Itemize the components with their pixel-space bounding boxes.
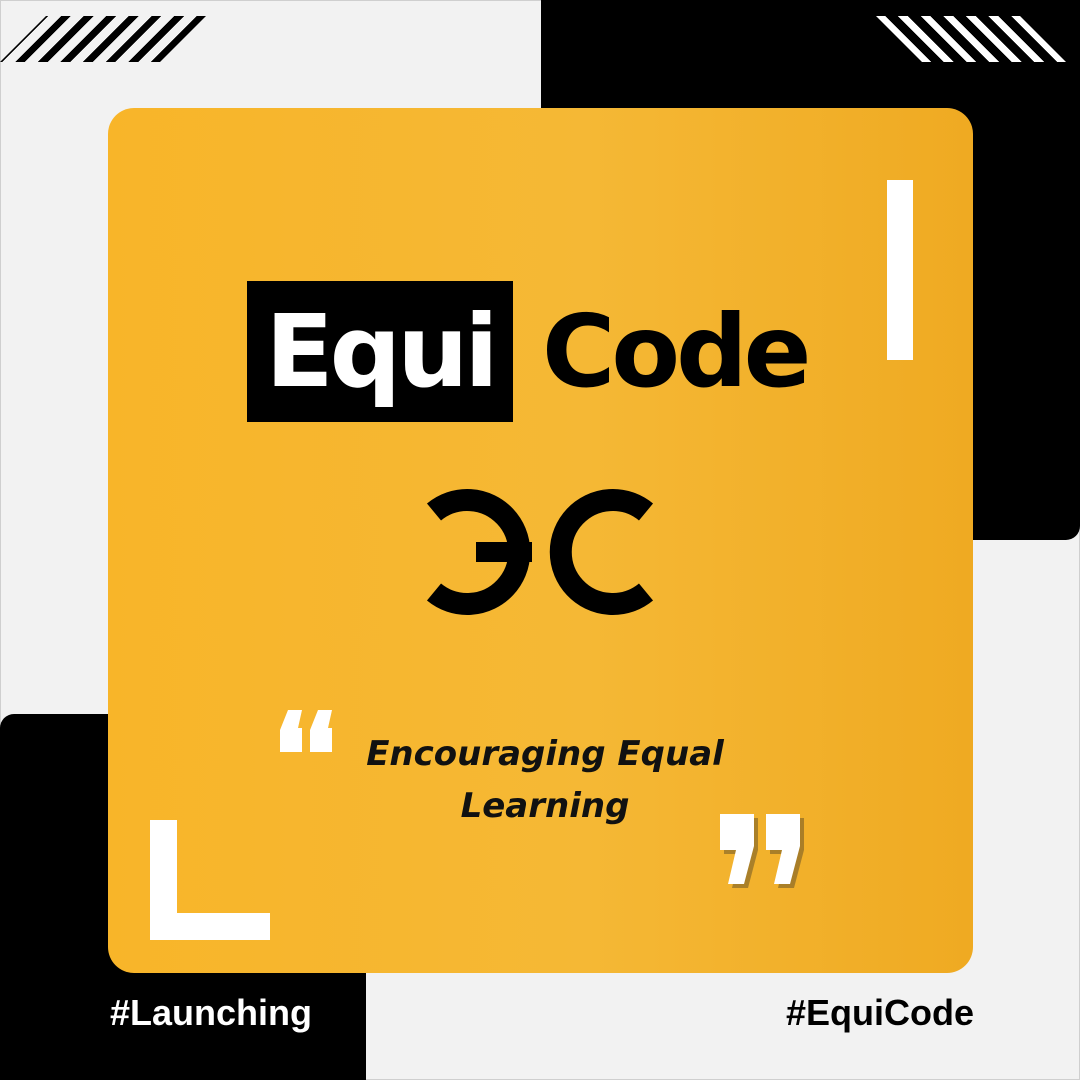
- tagline-line-1: Encouraging Equal: [366, 734, 724, 774]
- stripes-top-left: [0, 16, 206, 62]
- open-quote-icon: [280, 710, 332, 752]
- hashtag-equicode: #EquiCode: [786, 992, 975, 1033]
- logo-word-equi: Equi: [247, 281, 513, 422]
- tagline-line-2: Learning: [460, 786, 630, 826]
- hashtag-launching: #Launching: [110, 992, 313, 1033]
- tagline: Encouraging Equal Learning: [350, 728, 740, 832]
- ec-logo-icon: [426, 489, 654, 615]
- white-vertical-bar: [887, 180, 913, 360]
- white-corner-bracket: [150, 820, 270, 940]
- logo-word-code: Code: [542, 293, 811, 410]
